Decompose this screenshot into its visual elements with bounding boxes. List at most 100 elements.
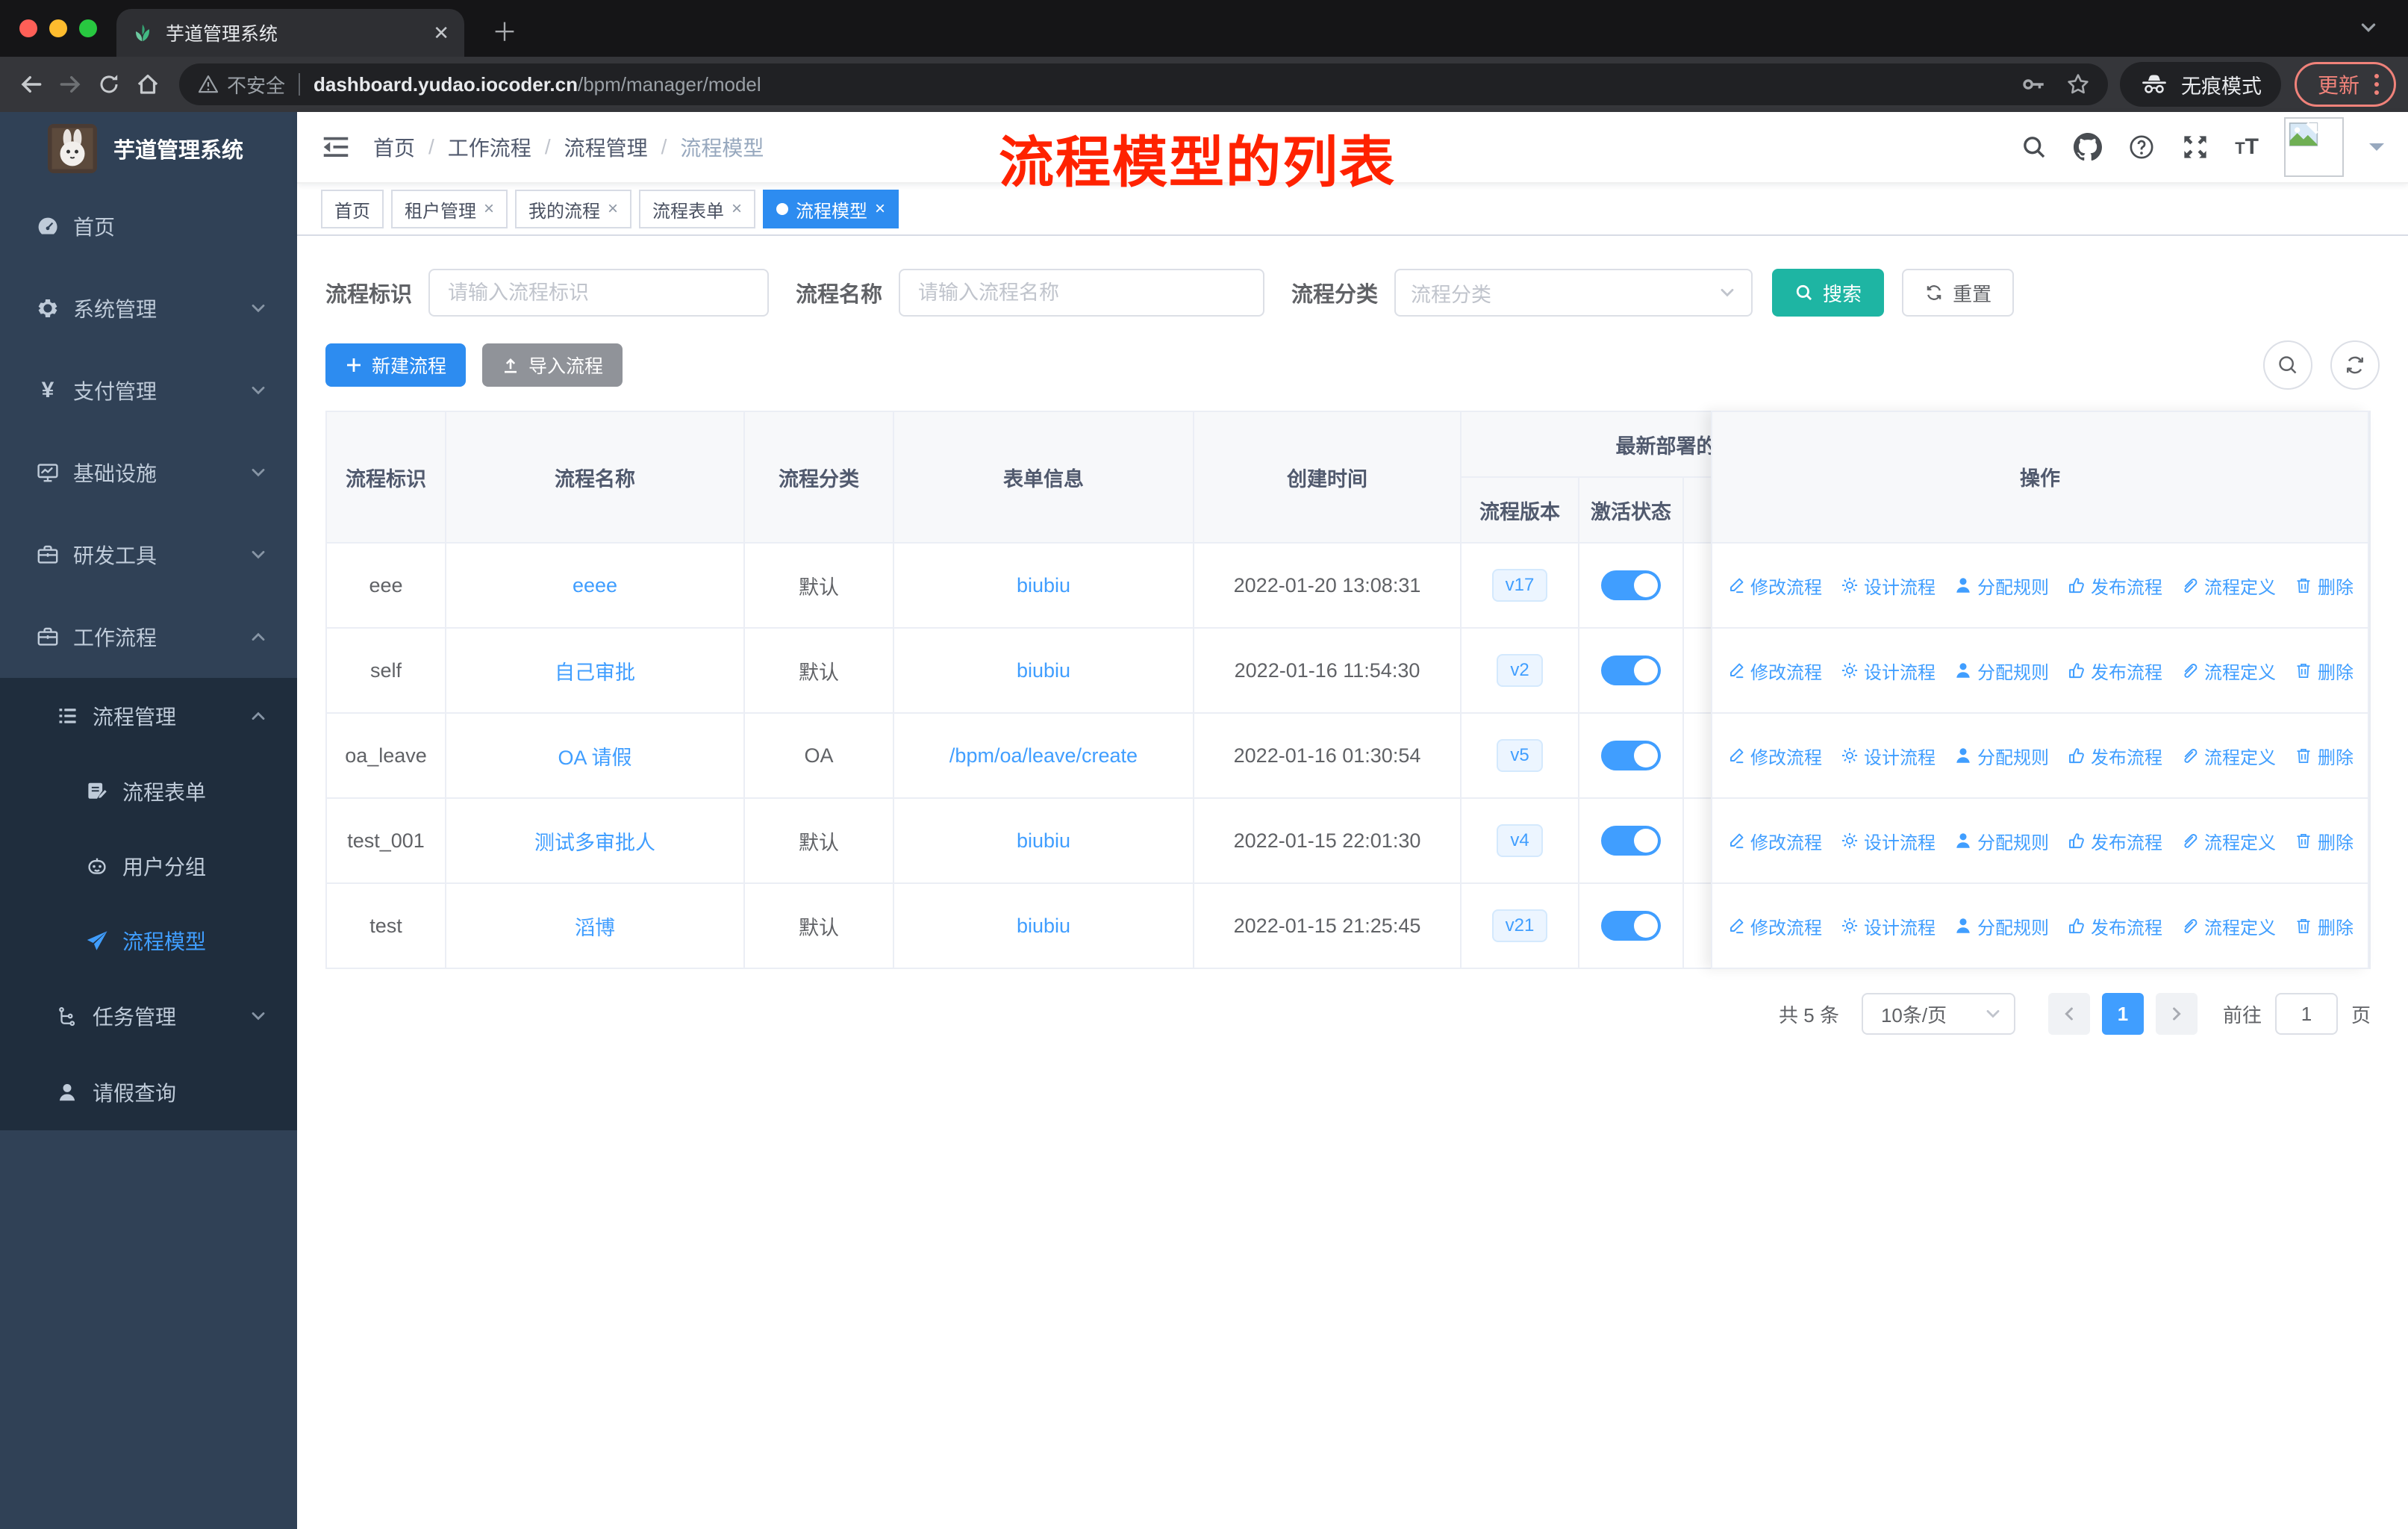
toggle-search-button[interactable] <box>2263 340 2312 390</box>
process-name-link[interactable]: 测试多审批人 <box>534 832 655 854</box>
form-info-link[interactable]: biubiu <box>1017 574 1070 597</box>
action-流程定义[interactable]: 流程定义 <box>2180 573 2276 599</box>
action-分配规则[interactable]: 分配规则 <box>1953 658 2049 684</box>
import-process-button[interactable]: 导入流程 <box>482 343 623 387</box>
action-修改流程[interactable]: 修改流程 <box>1727 743 1822 769</box>
sidebar-item-2[interactable]: ¥ 支付管理 <box>0 349 297 432</box>
action-修改流程[interactable]: 修改流程 <box>1727 658 1822 684</box>
sidebar-item-3[interactable]: 基础设施 <box>0 432 297 514</box>
avatar-caret-icon[interactable] <box>2369 143 2384 158</box>
url-bar[interactable]: 不安全 dashboard.yudao.iocoder.cn/bpm/manag… <box>179 63 2108 105</box>
reset-button[interactable]: 重置 <box>1902 269 2015 317</box>
action-流程定义[interactable]: 流程定义 <box>2180 658 2276 684</box>
sidebar-item-4[interactable]: 研发工具 <box>0 514 297 596</box>
github-icon[interactable] <box>2074 133 2103 161</box>
back-icon[interactable] <box>12 72 51 97</box>
action-删除[interactable]: 删除 <box>2294 573 2354 599</box>
action-删除[interactable]: 删除 <box>2294 743 2354 769</box>
breadcrumb-item[interactable]: 流程管理 <box>564 132 648 162</box>
action-修改流程[interactable]: 修改流程 <box>1727 573 1822 599</box>
action-分配规则[interactable]: 分配规则 <box>1953 913 2049 939</box>
process-name-input[interactable] <box>899 269 1265 317</box>
password-key-icon[interactable] <box>2021 72 2047 97</box>
action-修改流程[interactable]: 修改流程 <box>1727 828 1822 854</box>
active-toggle[interactable] <box>1601 570 1661 600</box>
action-流程定义[interactable]: 流程定义 <box>2180 913 2276 939</box>
traffic-lights[interactable] <box>19 19 97 37</box>
tab-search-chevron-icon[interactable] <box>2359 18 2378 37</box>
action-分配规则[interactable]: 分配规则 <box>1953 743 2049 769</box>
browser-menu-icon[interactable] <box>2374 74 2379 95</box>
tag-首页[interactable]: 首页 <box>321 190 384 228</box>
app-logo-row[interactable]: 芋道管理系统 <box>0 112 297 185</box>
zoom-window-button[interactable] <box>79 19 97 37</box>
action-设计流程[interactable]: 设计流程 <box>1840 828 1936 854</box>
breadcrumb-item[interactable]: 首页 <box>373 132 415 162</box>
question-help-icon[interactable] <box>2127 133 2156 161</box>
action-流程定义[interactable]: 流程定义 <box>2180 743 2276 769</box>
form-info-link[interactable]: biubiu <box>1017 915 1070 937</box>
update-button[interactable]: 更新 <box>2294 62 2396 107</box>
action-发布流程[interactable]: 发布流程 <box>2067 913 2162 939</box>
browser-tab[interactable]: 芋道管理系统 ✕ <box>116 9 464 57</box>
close-window-button[interactable] <box>19 19 37 37</box>
action-删除[interactable]: 删除 <box>2294 913 2354 939</box>
active-toggle[interactable] <box>1601 655 1661 685</box>
reload-icon[interactable] <box>90 72 128 96</box>
next-page-button[interactable] <box>2155 993 2198 1035</box>
sidebar-item-8[interactable]: 用户分组 <box>0 829 297 903</box>
action-删除[interactable]: 删除 <box>2294 828 2354 854</box>
home-icon[interactable] <box>128 72 167 97</box>
user-avatar[interactable] <box>2284 117 2344 177</box>
active-toggle[interactable] <box>1601 911 1661 941</box>
sidebar-item-5[interactable]: 工作流程 <box>0 596 297 678</box>
action-设计流程[interactable]: 设计流程 <box>1840 913 1936 939</box>
form-info-link[interactable]: biubiu <box>1017 829 1070 852</box>
tag-close-icon[interactable]: × <box>484 199 494 219</box>
action-分配规则[interactable]: 分配规则 <box>1953 828 2049 854</box>
active-toggle[interactable] <box>1601 826 1661 856</box>
sidebar-item-9[interactable]: 流程模型 <box>0 903 297 978</box>
sidebar-item-1[interactable]: 系统管理 <box>0 267 297 349</box>
process-key-input[interactable] <box>428 269 770 317</box>
process-name-link[interactable]: 自己审批 <box>555 661 635 684</box>
forward-icon[interactable] <box>51 72 90 97</box>
sidebar-item-11[interactable]: 请假查询 <box>0 1054 297 1130</box>
prev-page-button[interactable] <box>2047 993 2090 1035</box>
minimize-window-button[interactable] <box>49 19 67 37</box>
tag-我的流程[interactable]: 我的流程 × <box>515 190 632 228</box>
process-name-link[interactable]: OA 请假 <box>558 747 631 769</box>
tag-租户管理[interactable]: 租户管理 × <box>391 190 508 228</box>
new-tab-button[interactable]: ＋ <box>488 12 521 49</box>
tag-close-icon[interactable]: × <box>732 199 742 219</box>
action-发布流程[interactable]: 发布流程 <box>2067 828 2162 854</box>
action-分配规则[interactable]: 分配规则 <box>1953 573 2049 599</box>
active-toggle[interactable] <box>1601 741 1661 770</box>
tag-流程表单[interactable]: 流程表单 × <box>639 190 756 228</box>
category-select[interactable]: 流程分类 <box>1394 269 1753 317</box>
sidebar-item-10[interactable]: 任务管理 <box>0 978 297 1054</box>
action-设计流程[interactable]: 设计流程 <box>1840 573 1936 599</box>
action-发布流程[interactable]: 发布流程 <box>2067 743 2162 769</box>
process-name-link[interactable]: eeee <box>573 574 617 597</box>
tag-close-icon[interactable]: × <box>875 199 885 219</box>
current-page-button[interactable]: 1 <box>2101 993 2144 1035</box>
search-icon[interactable] <box>2020 133 2048 161</box>
sidebar-item-0[interactable]: 首页 <box>0 185 297 267</box>
action-修改流程[interactable]: 修改流程 <box>1727 913 1822 939</box>
form-info-link[interactable]: /bpm/oa/leave/create <box>949 744 1138 767</box>
search-button[interactable]: 搜索 <box>1772 269 1885 317</box>
process-name-link[interactable]: 滔博 <box>575 917 615 939</box>
tab-close-icon[interactable]: ✕ <box>433 22 449 45</box>
fullscreen-icon[interactable] <box>2181 133 2209 161</box>
create-process-button[interactable]: 新建流程 <box>325 343 467 387</box>
action-发布流程[interactable]: 发布流程 <box>2067 658 2162 684</box>
sidebar-item-7[interactable]: 流程表单 <box>0 754 297 829</box>
form-info-link[interactable]: biubiu <box>1017 659 1070 682</box>
action-设计流程[interactable]: 设计流程 <box>1840 658 1936 684</box>
goto-page-input[interactable] <box>2274 993 2338 1035</box>
action-发布流程[interactable]: 发布流程 <box>2067 573 2162 599</box>
tag-流程模型[interactable]: 流程模型 × <box>763 190 899 228</box>
breadcrumb-item[interactable]: 工作流程 <box>448 132 531 162</box>
bookmark-star-icon[interactable] <box>2066 72 2090 96</box>
